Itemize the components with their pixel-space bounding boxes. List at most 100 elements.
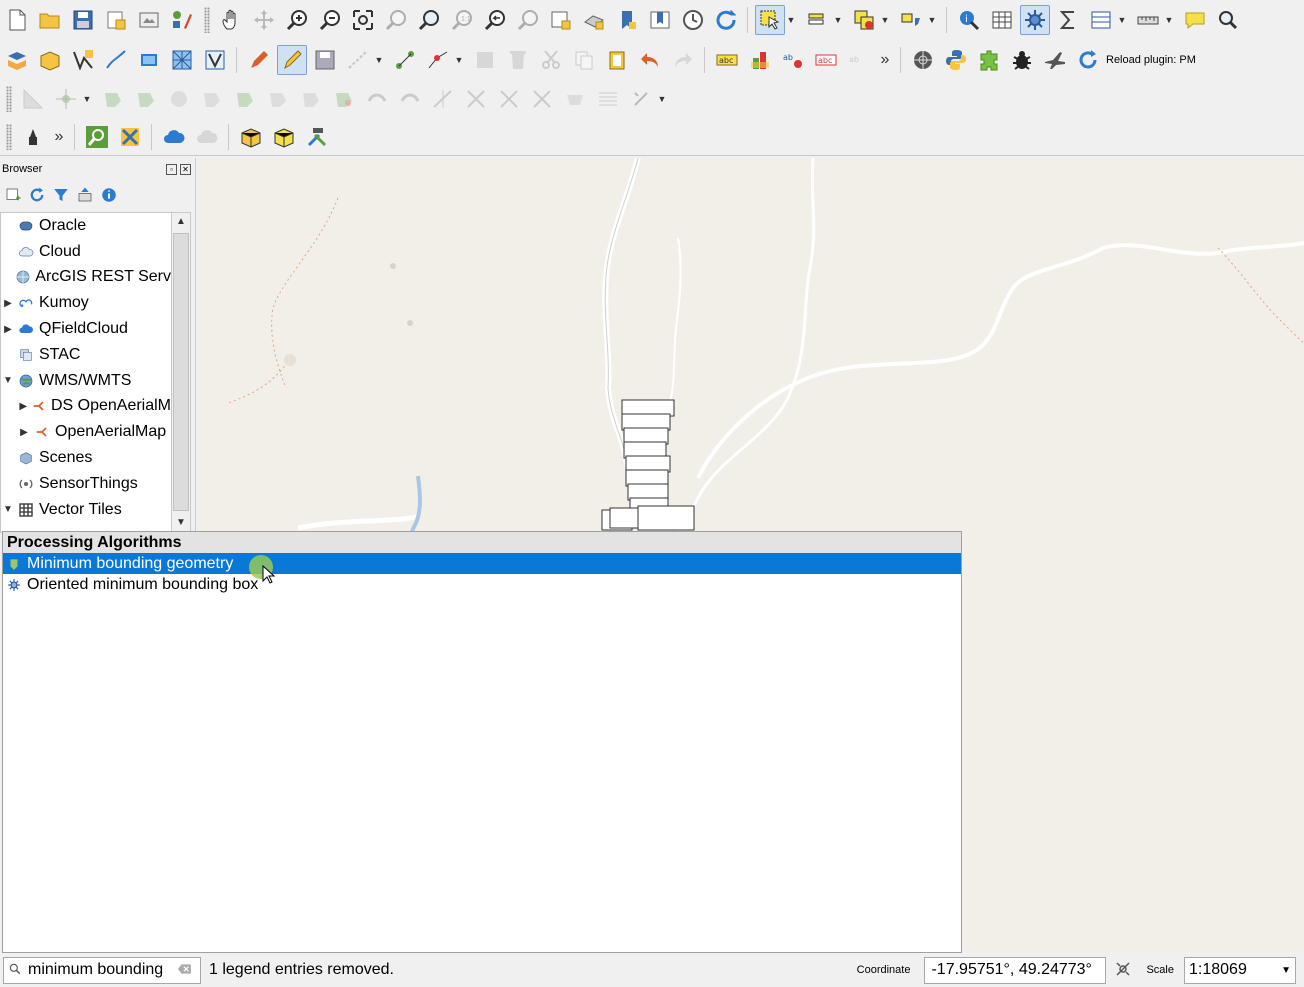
select-by-location-icon[interactable]: [896, 5, 926, 35]
add-mesh-icon[interactable]: [167, 45, 197, 75]
reshape-features-icon[interactable]: [329, 84, 359, 114]
measure-icon[interactable]: [1133, 5, 1163, 35]
deselect-icon[interactable]: [849, 5, 879, 35]
browser-item-oracle[interactable]: Oracle: [1, 213, 171, 239]
data-source-manager-icon[interactable]: [2, 45, 32, 75]
identify-icon[interactable]: i: [954, 5, 984, 35]
plugin-globe-icon[interactable]: [908, 45, 938, 75]
delete-ring-icon[interactable]: [263, 84, 293, 114]
tools-plugin-icon[interactable]: [115, 122, 145, 152]
move-feature-icon[interactable]: [51, 84, 81, 114]
locator-search-box[interactable]: [3, 956, 201, 984]
browser-item-qfieldcloud[interactable]: ▶ QFieldCloud: [1, 316, 171, 342]
collapsed-arrow-icon[interactable]: ▶: [17, 401, 29, 412]
layer-labeling-icon[interactable]: abc: [712, 45, 742, 75]
zoom-full-icon[interactable]: [348, 5, 378, 35]
refresh-browser-icon[interactable]: [28, 186, 46, 207]
clear-search-icon[interactable]: [178, 963, 192, 978]
close-panel-icon[interactable]: ✕: [180, 163, 191, 175]
delete-part-icon[interactable]: [296, 84, 326, 114]
chevron-down-icon[interactable]: ▼: [1281, 965, 1291, 976]
zoom-layer-icon[interactable]: [414, 5, 444, 35]
add-vector-icon[interactable]: [68, 45, 98, 75]
scale-combobox[interactable]: 1:18069 ▼: [1184, 956, 1296, 984]
zoom-in-icon[interactable]: [282, 5, 312, 35]
zoom-next-icon[interactable]: [513, 5, 543, 35]
add-feature-icon[interactable]: [343, 45, 373, 75]
search-plugin-icon[interactable]: [82, 122, 112, 152]
zoom-last-icon[interactable]: [480, 5, 510, 35]
style-manager-icon[interactable]: [167, 5, 197, 35]
print-layout-icon[interactable]: [134, 5, 164, 35]
cloud-sync-icon[interactable]: [192, 122, 222, 152]
deselect-dropdown[interactable]: ▼: [880, 5, 890, 35]
add-virtual-layer-icon[interactable]: [200, 45, 230, 75]
filter-browser-icon[interactable]: [52, 186, 70, 207]
save-edits-icon[interactable]: [310, 45, 340, 75]
new-3d-view-icon[interactable]: [579, 5, 609, 35]
show-bookmarks-icon[interactable]: [645, 5, 675, 35]
layer-diagram-icon[interactable]: [745, 45, 775, 75]
add-ring-icon[interactable]: [164, 84, 194, 114]
current-edits-icon[interactable]: [244, 45, 274, 75]
vertex-editor-icon[interactable]: [423, 45, 453, 75]
cad-tools-icon[interactable]: [18, 84, 48, 114]
result-minimum-bounding-geometry[interactable]: Minimum bounding geometry: [3, 553, 961, 574]
vertex-dropdown[interactable]: ▼: [454, 45, 464, 75]
highlight-labels-icon[interactable]: abc: [811, 45, 841, 75]
attribute-table-icon[interactable]: [987, 5, 1017, 35]
processing-toolbox-icon[interactable]: [1019, 5, 1050, 35]
fill-ring-icon[interactable]: [230, 84, 260, 114]
split-features-icon[interactable]: [461, 84, 491, 114]
zoom-native-icon[interactable]: 1:1: [447, 5, 477, 35]
save-project-icon[interactable]: [68, 5, 98, 35]
collapse-all-icon[interactable]: [76, 186, 94, 207]
collapsed-arrow-icon[interactable]: ▶: [1, 298, 15, 309]
new-project-icon[interactable]: [2, 5, 32, 35]
reload-plugin-label[interactable]: Reload plugin: PM: [1106, 54, 1196, 66]
result-oriented-minimum-bounding-box[interactable]: Oriented minimum bounding box: [3, 574, 961, 595]
select-features-dropdown[interactable]: ▼: [786, 5, 796, 35]
collapsed-arrow-icon[interactable]: ▶: [17, 427, 31, 438]
scroll-down-arrow[interactable]: ▼: [172, 514, 190, 532]
toggle-extents-icon[interactable]: [1114, 960, 1132, 981]
toolbar-overflow-chevron[interactable]: »: [49, 128, 69, 146]
open-field-calc-icon[interactable]: [1086, 5, 1116, 35]
browser-item-sensorthings[interactable]: SensorThings: [1, 471, 171, 497]
plugin-plane-icon[interactable]: [1040, 45, 1070, 75]
vertex-tool-icon[interactable]: [390, 45, 420, 75]
toolbar-grip[interactable]: [204, 7, 210, 33]
offset-curve-icon[interactable]: [362, 84, 392, 114]
reverse-line-icon[interactable]: [395, 84, 425, 114]
browser-item-scenes[interactable]: Scenes: [1, 445, 171, 471]
rotate-feature-icon[interactable]: [98, 84, 128, 114]
copy-icon[interactable]: [569, 45, 599, 75]
add-line-icon[interactable]: [101, 45, 131, 75]
pin-labels-icon[interactable]: ab: [778, 45, 808, 75]
map-tips-icon[interactable]: [1180, 5, 1210, 35]
trim-extend-icon[interactable]: [428, 84, 458, 114]
browser-item-vector-tiles[interactable]: ▼ Vector Tiles: [1, 497, 171, 523]
plugin-manager-icon[interactable]: [974, 45, 1004, 75]
measure-dropdown[interactable]: ▼: [1164, 5, 1174, 35]
toolbar-overflow-chevron[interactable]: »: [875, 51, 895, 69]
package-icon[interactable]: [236, 122, 266, 152]
browser-scrollbar[interactable]: ▲ ▼: [171, 212, 191, 533]
add-feature-dropdown[interactable]: ▼: [374, 45, 384, 75]
save-as-icon[interactable]: [101, 5, 131, 35]
redo-icon[interactable]: [668, 45, 698, 75]
properties-info-icon[interactable]: [100, 186, 118, 207]
hammer-tools-icon[interactable]: [302, 122, 332, 152]
float-panel-icon[interactable]: ▫: [166, 163, 177, 175]
browser-item-arcgis-rest-serv[interactable]: ArcGIS REST Serv: [1, 265, 171, 291]
cut-icon[interactable]: [536, 45, 566, 75]
undo-icon[interactable]: [635, 45, 665, 75]
select-by-value-icon[interactable]: [802, 5, 832, 35]
expanded-arrow-icon[interactable]: ▼: [1, 375, 15, 386]
locator-icon[interactable]: [1213, 5, 1243, 35]
refresh-icon[interactable]: [711, 5, 741, 35]
toggle-editing-icon[interactable]: [276, 45, 307, 75]
browser-item-kumoy[interactable]: ▶ Kumoy: [1, 290, 171, 316]
collapsed-arrow-icon[interactable]: ▶: [1, 324, 15, 335]
add-part-icon[interactable]: [197, 84, 227, 114]
